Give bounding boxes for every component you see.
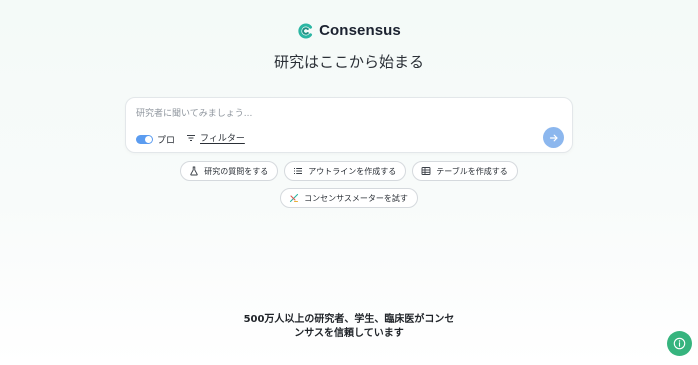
submit-button[interactable] — [543, 127, 564, 148]
chip-create-table[interactable]: テーブルを作成する — [412, 161, 518, 181]
chip-ask-research-question[interactable]: 研究の質問をする — [180, 161, 279, 181]
filter-button[interactable]: フィルター — [186, 131, 245, 144]
consensus-logo-icon — [298, 23, 313, 38]
chip-create-outline[interactable]: アウトラインを作成する — [284, 161, 407, 181]
chip-label: アウトラインを作成する — [308, 166, 397, 176]
pro-label: プロ — [157, 136, 176, 146]
help-button[interactable] — [667, 331, 692, 356]
brand-logo[interactable]: Consensus — [0, 22, 698, 39]
suggestion-row-1: 研究の質問をする アウトラインを作成する テーブルを作成する — [0, 161, 698, 181]
list-icon — [294, 168, 303, 174]
tagline-line-1: 500万人以上の研究者、学生、臨床医がコンセ — [243, 314, 455, 325]
chip-try-consensus-meter[interactable]: コンセンサスメーターを試す — [280, 188, 418, 208]
pro-toggle-switch[interactable] — [136, 135, 153, 144]
pro-toggle-knob — [145, 136, 152, 143]
arrow-right-icon — [549, 134, 558, 141]
chip-label: 研究の質問をする — [204, 166, 269, 176]
consensus-meter-icon — [290, 193, 299, 203]
info-circle-icon — [673, 337, 686, 350]
search-input[interactable] — [136, 106, 556, 122]
filter-label: フィルター — [200, 134, 245, 144]
search-box: プロ フィルター — [125, 97, 573, 153]
flask-icon — [190, 166, 198, 176]
chip-label: コンセンサスメーターを試す — [304, 193, 408, 203]
page-headline: 研究はここから始まる — [273, 53, 424, 71]
brand-name: Consensus — [319, 22, 401, 39]
chip-label: テーブルを作成する — [436, 166, 508, 176]
trust-tagline: 500万人以上の研究者、学生、臨床医がコンセ ンサスを信頼しています — [0, 313, 698, 341]
table-icon — [421, 167, 431, 175]
tagline-line-2: ンサスを信頼しています — [294, 328, 404, 339]
pro-toggle[interactable]: プロ — [136, 133, 175, 146]
filter-lines-icon — [187, 134, 195, 141]
suggestion-row-2: コンセンサスメーターを試す — [0, 188, 698, 208]
